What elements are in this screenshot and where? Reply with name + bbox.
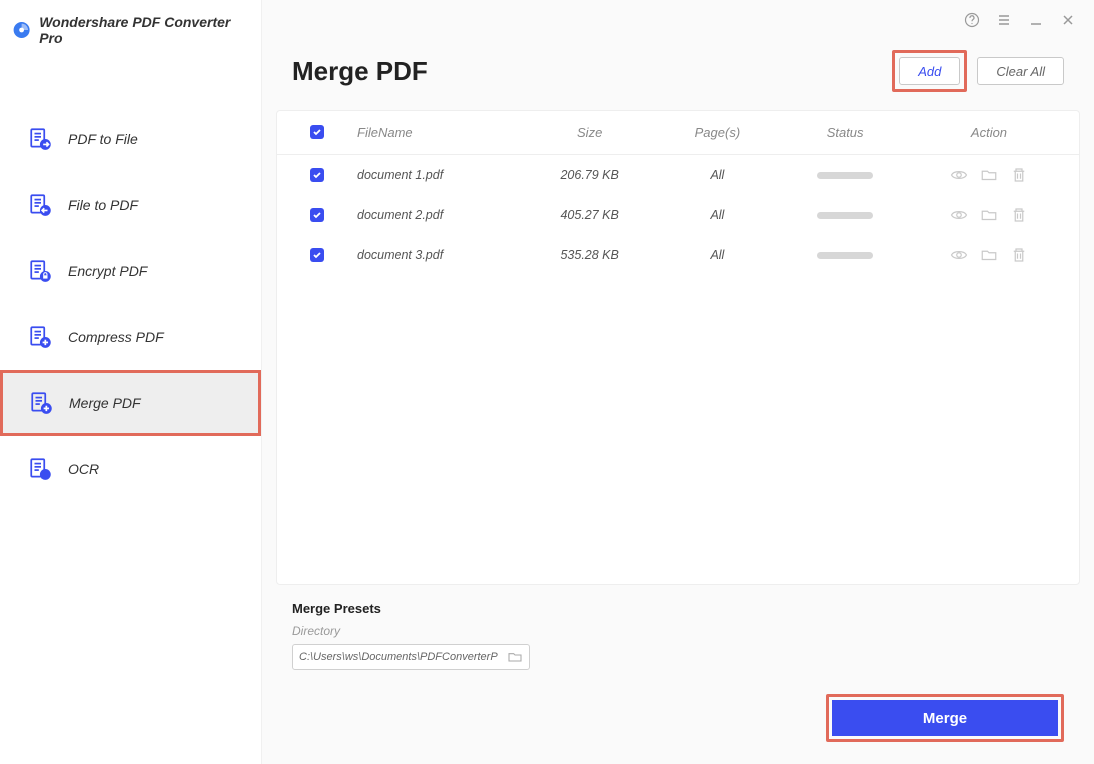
close-icon[interactable] [1060,12,1076,28]
col-size: Size [526,125,654,140]
file-ocr-icon: A [28,456,54,482]
col-status: Status [781,125,909,140]
row-checkbox[interactable] [310,208,324,222]
sidebar-item-label: PDF to File [68,131,138,147]
col-filename: FileName [347,125,526,140]
status-bar [817,172,873,179]
sidebar-item-compress-pdf[interactable]: Compress PDF [0,304,261,370]
cell-filename: document 3.pdf [347,248,526,262]
delete-icon[interactable] [1010,206,1028,224]
sidebar-item-label: OCR [68,461,99,477]
preview-icon[interactable] [950,246,968,264]
file-table: FileName Size Page(s) Status Action docu… [276,110,1080,585]
app-title: Wondershare PDF Converter Pro [39,14,249,46]
select-all-checkbox[interactable] [310,125,324,139]
merge-button-highlight: Merge [826,694,1064,742]
browse-folder-icon[interactable] [507,649,523,665]
directory-value: C:\Users\ws\Documents\PDFConverterP [299,651,507,663]
merge-presets: Merge Presets Directory C:\Users\ws\Docu… [262,585,1094,694]
cell-size: 535.28 KB [526,248,654,262]
table-row: document 3.pdf 535.28 KB All [277,235,1079,275]
sidebar-item-ocr[interactable]: A OCR [0,436,261,502]
col-action: Action [909,125,1069,140]
directory-label: Directory [292,624,1064,638]
table-row: document 1.pdf 206.79 KB All [277,155,1079,195]
cell-filename: document 2.pdf [347,208,526,222]
main-panel: Merge PDF Add Clear All FileName Size Pa… [262,0,1094,764]
presets-title: Merge Presets [292,601,1064,616]
minimize-icon[interactable] [1028,12,1044,28]
svg-text:A: A [42,471,48,480]
sidebar-item-label: Merge PDF [69,395,141,411]
add-button-highlight: Add [892,50,967,92]
status-bar [817,212,873,219]
preview-icon[interactable] [950,206,968,224]
file-compress-icon [28,324,54,350]
app-logo: Wondershare PDF Converter Pro [0,0,261,76]
open-folder-icon[interactable] [980,166,998,184]
table-row: document 2.pdf 405.27 KB All [277,195,1079,235]
open-folder-icon[interactable] [980,206,998,224]
menu-icon[interactable] [996,12,1012,28]
cell-pages: All [654,208,782,222]
cell-pages: All [654,248,782,262]
merge-button[interactable]: Merge [832,700,1058,736]
delete-icon[interactable] [1010,246,1028,264]
cell-filename: document 1.pdf [347,168,526,182]
col-pages: Page(s) [654,125,782,140]
file-import-icon [28,192,54,218]
directory-input[interactable]: C:\Users\ws\Documents\PDFConverterP [292,644,530,670]
help-icon[interactable] [964,12,980,28]
sidebar-item-file-to-pdf[interactable]: File to PDF [0,172,261,238]
sidebar-item-label: Compress PDF [68,329,164,345]
row-checkbox[interactable] [310,168,324,182]
table-header: FileName Size Page(s) Status Action [277,111,1079,155]
sidebar-nav: PDF to File File to PDF Encrypt PDF Comp… [0,76,261,502]
open-folder-icon[interactable] [980,246,998,264]
file-merge-icon [29,390,55,416]
page-header: Merge PDF Add Clear All [262,40,1094,110]
sidebar-item-pdf-to-file[interactable]: PDF to File [0,106,261,172]
cell-pages: All [654,168,782,182]
status-bar [817,252,873,259]
add-button[interactable]: Add [899,57,960,85]
delete-icon[interactable] [1010,166,1028,184]
cell-size: 206.79 KB [526,168,654,182]
footer: Merge [262,694,1094,764]
sidebar-item-encrypt-pdf[interactable]: Encrypt PDF [0,238,261,304]
row-checkbox[interactable] [310,248,324,262]
page-title: Merge PDF [292,56,428,87]
titlebar [262,0,1094,40]
logo-icon [12,20,31,40]
file-export-icon [28,126,54,152]
file-lock-icon [28,258,54,284]
preview-icon[interactable] [950,166,968,184]
clear-all-button[interactable]: Clear All [977,57,1064,85]
sidebar-item-label: Encrypt PDF [68,263,147,279]
sidebar: Wondershare PDF Converter Pro PDF to Fil… [0,0,262,764]
sidebar-item-label: File to PDF [68,197,138,213]
cell-size: 405.27 KB [526,208,654,222]
sidebar-item-merge-pdf[interactable]: Merge PDF [0,370,261,436]
